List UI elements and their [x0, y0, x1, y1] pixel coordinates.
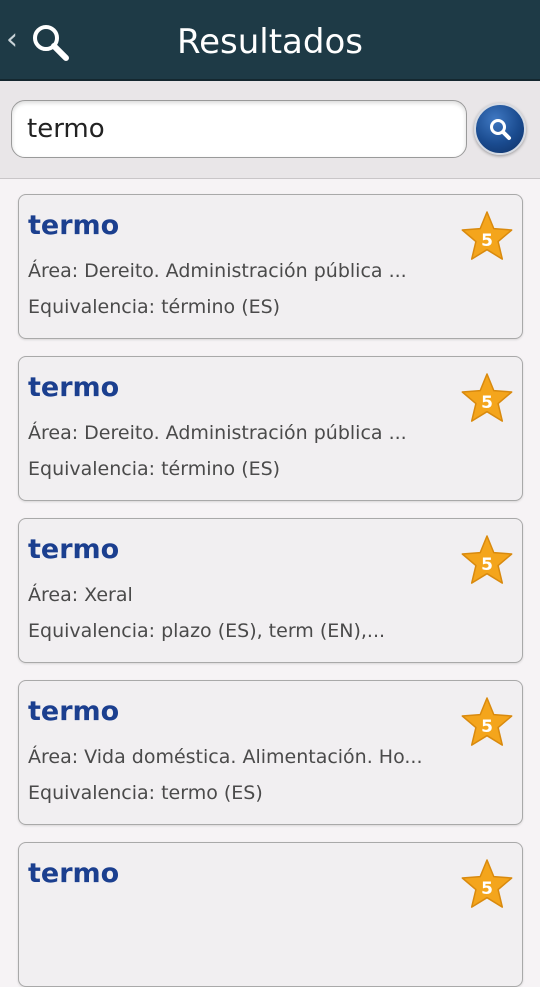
search-icon	[490, 119, 511, 140]
star-rating-icon[interactable]: 5	[459, 533, 515, 589]
app-header: ‹ Resultados	[0, 0, 540, 81]
star-rating-value: 5	[481, 393, 493, 413]
star-rating-value: 5	[481, 555, 493, 575]
result-card[interactable]: termo Área: Dereito. Administración públ…	[18, 194, 523, 339]
result-card[interactable]: termo Área: Vida doméstica. Alimentación…	[18, 680, 523, 825]
result-area: Área: Xeral	[28, 584, 133, 606]
result-equivalence: Equivalencia: termo (ES)	[28, 782, 263, 804]
result-equivalence: Equivalencia: término (ES)	[28, 458, 281, 480]
result-area: Área: Dereito. Administración pública ..…	[28, 422, 407, 444]
star-rating-value: 5	[481, 879, 493, 899]
result-equivalence: Equivalencia: plazo (ES), term (EN),...	[28, 620, 386, 642]
star-rating-icon[interactable]: 5	[459, 209, 515, 265]
star-rating-icon[interactable]: 5	[459, 695, 515, 751]
search-bar	[0, 81, 540, 179]
result-equivalence: Equivalencia: término (ES)	[28, 296, 281, 318]
result-card[interactable]: termo Área: Dereito. Administración públ…	[18, 356, 523, 501]
page-title: Resultados	[177, 22, 363, 62]
result-card[interactable]: termo Área: Xeral Equivalencia: plazo (E…	[18, 518, 523, 663]
result-title: termo	[28, 534, 120, 565]
result-title: termo	[28, 696, 120, 727]
result-title: termo	[28, 210, 120, 241]
result-title: termo	[28, 858, 120, 889]
star-rating-value: 5	[481, 717, 493, 737]
star-rating-icon[interactable]: 5	[459, 857, 515, 913]
star-rating-value: 5	[481, 231, 493, 251]
search-button[interactable]	[474, 103, 526, 155]
result-area: Área: Vida doméstica. Alimentación. Ho..…	[28, 746, 423, 768]
result-title: termo	[28, 372, 120, 403]
search-input[interactable]	[11, 100, 467, 158]
result-card[interactable]: termo 5	[18, 842, 523, 987]
star-rating-icon[interactable]: 5	[459, 371, 515, 427]
result-area: Área: Dereito. Administración pública ..…	[28, 260, 407, 282]
